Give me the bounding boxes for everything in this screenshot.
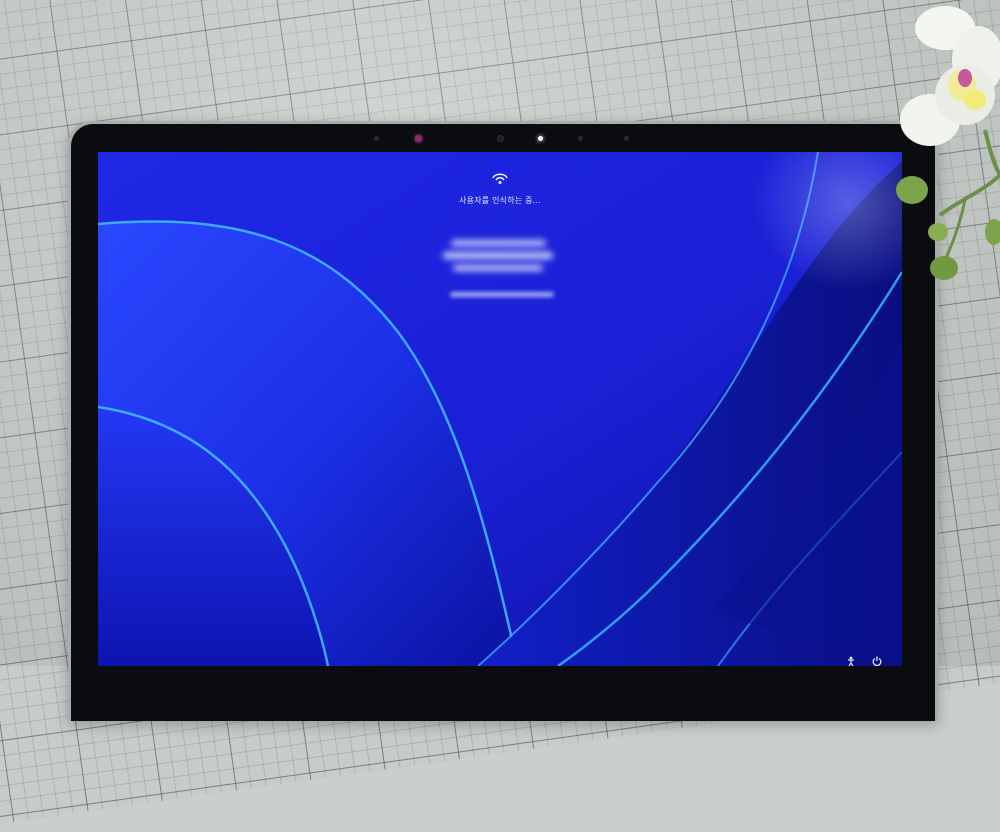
accessibility-icon[interactable] bbox=[846, 656, 856, 666]
sensor-dot bbox=[578, 136, 583, 141]
blurred-user-name bbox=[443, 238, 558, 278]
camera-lens bbox=[497, 135, 504, 142]
system-tray bbox=[846, 654, 882, 666]
blurred-user-email bbox=[450, 292, 554, 297]
power-icon[interactable] bbox=[872, 656, 882, 666]
ir-sensor bbox=[415, 135, 422, 142]
face-recognition-icon bbox=[492, 173, 508, 184]
orchid-flower bbox=[896, 6, 1000, 280]
camera-light bbox=[538, 136, 543, 141]
status-text: 사용자를 인식하는 중... bbox=[459, 196, 541, 205]
screen-reflection bbox=[752, 152, 902, 292]
lock-screen: 사용자를 인식하는 중... bbox=[98, 152, 902, 666]
sensor-dot bbox=[624, 136, 629, 141]
sensor-dot bbox=[374, 136, 379, 141]
